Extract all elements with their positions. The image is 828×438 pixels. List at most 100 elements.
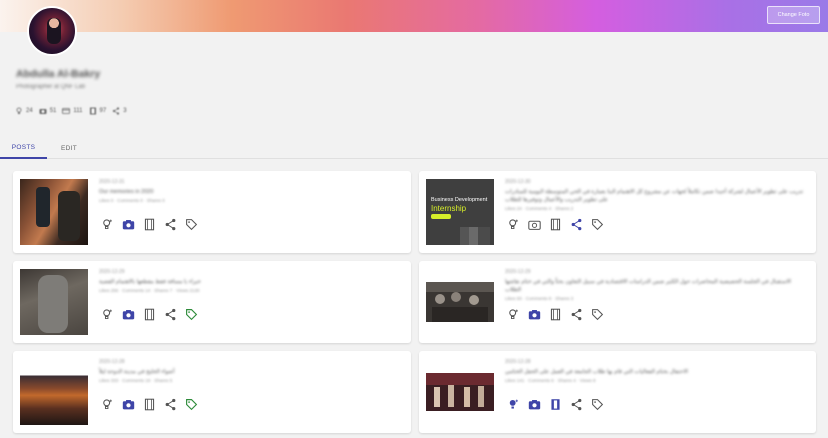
bulb-icon <box>16 107 22 114</box>
tag-icon[interactable] <box>185 218 198 231</box>
share-icon <box>113 107 120 115</box>
tag-icon[interactable] <box>591 398 604 411</box>
photo-graphic <box>426 373 494 411</box>
post-stats: Likes 256 · Comments 14 · Shares 7 · Vie… <box>99 288 200 293</box>
profile-banner: Change Foto <box>0 0 828 32</box>
post-date: 2020-12-29 <box>99 269 125 275</box>
post-body: 2020-12-30 تدريب على تطوير الأعمال لشركة… <box>505 179 808 211</box>
post-title: الاستقبال في الجلسة الحضيضية المحاضرات ح… <box>505 279 792 293</box>
share-icon[interactable] <box>570 218 583 231</box>
image-caption: Business Development <box>431 197 488 203</box>
post-title: خبراء يا مسافة فقط مقطعها بالاهتمام القض… <box>99 279 201 285</box>
post-image[interactable] <box>20 179 88 245</box>
bulb-icon[interactable] <box>507 308 520 321</box>
stat-value: 24 <box>26 108 33 114</box>
profile-tabs: POSTS EDIT <box>0 138 828 159</box>
camera-icon[interactable] <box>122 308 135 321</box>
post-stats: Likes 24 · Comments 4 · Shares 2 <box>505 206 574 211</box>
post-actions <box>507 398 604 411</box>
post-date: 2020-12-31 <box>99 179 125 185</box>
tab-posts[interactable]: POSTS <box>0 138 47 159</box>
post-card[interactable]: 2020-12-29 خبراء يا مسافة فقط مقطعها بال… <box>13 261 411 343</box>
stat-shares: 3 <box>112 107 127 115</box>
camera-icon[interactable] <box>528 398 541 411</box>
stat-cards: 111 <box>62 107 83 115</box>
stat-value: 3 <box>123 108 127 114</box>
share-icon[interactable] <box>164 308 177 321</box>
camera-icon[interactable] <box>528 218 541 231</box>
image-pill <box>431 214 451 219</box>
profile-role: Photographer at QNF Lab <box>16 84 86 90</box>
post-stats: Likes 333 · Comments 19 · Shares 5 <box>99 378 173 383</box>
profile-name: Abdulla Al-Bakry <box>16 68 101 80</box>
share-icon[interactable] <box>570 398 583 411</box>
post-body: 2020-12-28 الاحتفال بختام الفعاليات التي… <box>505 359 808 383</box>
stat-likes: 24 <box>15 107 33 115</box>
post-title: Our memories in 2020 <box>99 189 154 195</box>
post-card[interactable]: 2020-12-28 الاحتفال بختام الفعاليات التي… <box>419 351 816 433</box>
post-body: 2020-12-31 Our memories in 2020 Likes 0 … <box>99 179 403 203</box>
image-caption-highlight: Internship <box>431 204 467 213</box>
post-title: أضواء الخليج في مدينة الدوحة ليلاً <box>99 369 175 375</box>
tag-icon[interactable] <box>591 218 604 231</box>
post-card[interactable]: 2020-12-29 الاستقبال في الجلسة الحضيضية … <box>419 261 816 343</box>
share-icon[interactable] <box>164 218 177 231</box>
change-photo-button[interactable]: Change Foto <box>767 6 820 24</box>
bulb-icon[interactable] <box>101 218 114 231</box>
bulb-icon[interactable] <box>507 218 520 231</box>
post-card[interactable]: 2020-12-31 Our memories in 2020 Likes 0 … <box>13 171 411 253</box>
tag-icon[interactable] <box>185 398 198 411</box>
film-icon[interactable] <box>549 218 562 231</box>
card-icon <box>62 108 71 114</box>
post-date: 2020-12-30 <box>505 179 531 185</box>
avatar[interactable] <box>27 6 77 56</box>
post-title: الاحتفال بختام الفعاليات التي قام بها طل… <box>505 369 688 375</box>
camera-icon[interactable] <box>528 308 541 321</box>
post-card[interactable]: 2020-12-28 أضواء الخليج في مدينة الدوحة … <box>13 351 411 433</box>
camera-icon[interactable] <box>122 218 135 231</box>
post-image[interactable] <box>20 269 88 335</box>
share-icon[interactable] <box>164 398 177 411</box>
camera-icon[interactable] <box>122 398 135 411</box>
stat-value: 111 <box>73 108 83 114</box>
post-stats: Likes 0 · Comments 0 · Shares 0 <box>99 198 165 203</box>
post-actions <box>507 218 604 231</box>
bulb-icon[interactable] <box>101 398 114 411</box>
post-date: 2020-12-28 <box>505 359 531 365</box>
stat-value: 51 <box>49 108 57 114</box>
post-date: 2020-12-29 <box>505 269 531 275</box>
tag-icon[interactable] <box>591 308 604 321</box>
post-image[interactable] <box>20 359 88 425</box>
stat-photos: 51 <box>39 107 57 115</box>
post-body: 2020-12-28 أضواء الخليج في مدينة الدوحة … <box>99 359 403 383</box>
post-image[interactable] <box>426 269 494 335</box>
tag-icon[interactable] <box>185 308 198 321</box>
post-title: تدريب على تطوير الأعمال لشركة أجيدا ضمن … <box>505 189 804 203</box>
film-icon[interactable] <box>549 398 562 411</box>
tab-edit[interactable]: EDIT <box>47 138 91 159</box>
post-date: 2020-12-28 <box>99 359 125 365</box>
post-card[interactable]: Business Development Internship 2020-12-… <box>419 171 816 253</box>
post-image[interactable] <box>426 359 494 425</box>
camera-icon <box>39 109 47 114</box>
post-image[interactable]: Business Development Internship <box>426 179 494 245</box>
post-actions <box>101 218 198 231</box>
post-body: 2020-12-29 خبراء يا مسافة فقط مقطعها بال… <box>99 269 403 293</box>
post-stats: Likes 141 · Comments 6 · Shares 4 · View… <box>505 378 596 383</box>
post-actions <box>101 398 198 411</box>
profile-stats: 24 51 111 97 3 <box>15 107 127 115</box>
film-icon[interactable] <box>143 218 156 231</box>
share-icon[interactable] <box>570 308 583 321</box>
film-icon[interactable] <box>143 308 156 321</box>
post-body: 2020-12-29 الاستقبال في الجلسة الحضيضية … <box>505 269 808 301</box>
post-stats: Likes 93 · Comments 8 · Shares 3 <box>505 296 574 301</box>
post-actions <box>101 308 198 321</box>
stat-videos: 97 <box>89 107 107 115</box>
image-graphic <box>460 227 490 245</box>
stat-value: 97 <box>99 108 107 114</box>
film-icon <box>89 107 96 115</box>
bulb-icon[interactable] <box>507 398 520 411</box>
film-icon[interactable] <box>143 398 156 411</box>
film-icon[interactable] <box>549 308 562 321</box>
bulb-icon[interactable] <box>101 308 114 321</box>
